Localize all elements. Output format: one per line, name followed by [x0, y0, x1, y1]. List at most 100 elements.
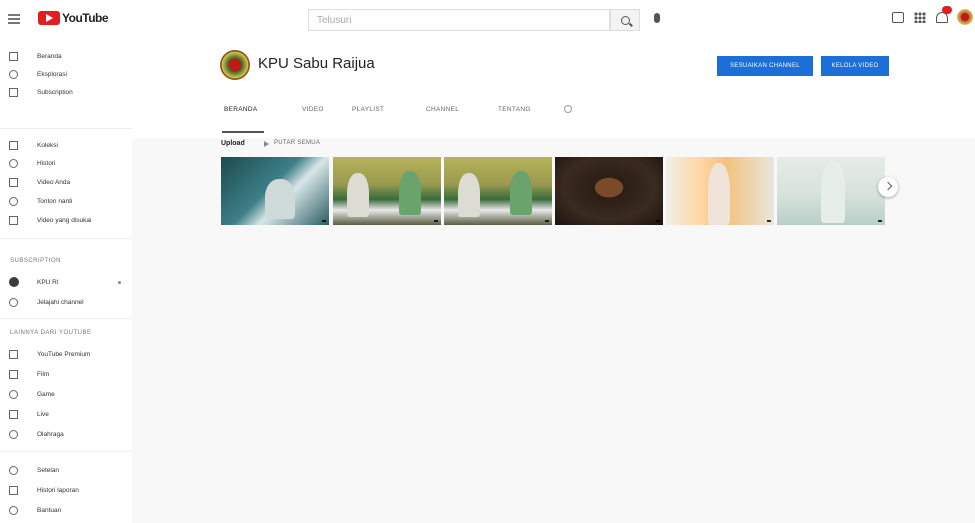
video-card[interactable] [777, 157, 885, 267]
video-duration [878, 220, 882, 222]
tab-playlists[interactable]: PLAYLIST [352, 106, 384, 113]
microphone-icon[interactable] [654, 13, 660, 23]
your-videos-icon [9, 177, 18, 187]
channel-search-icon[interactable] [564, 105, 572, 113]
sidebar-item-browse-channels[interactable]: Jelajahi channel [0, 292, 132, 312]
sidebar-item-history[interactable]: Histori [0, 153, 132, 173]
video-thumbnail[interactable] [555, 157, 663, 225]
sidebar-item-premium[interactable]: YouTube Premium [0, 344, 132, 364]
thumbnail-figure [399, 171, 421, 215]
manage-videos-button[interactable]: KELOLA VIDEO [821, 56, 889, 76]
video-card[interactable] [221, 157, 329, 267]
video-card[interactable] [666, 157, 774, 267]
sidebar-item-label: Koleksi [37, 141, 58, 149]
sidebar-item-watch-later[interactable]: Tonton nanti [0, 191, 132, 211]
live-icon [9, 409, 18, 419]
home-icon [9, 51, 18, 61]
sidebar-divider [0, 451, 132, 452]
video-duration [767, 220, 771, 222]
sidebar-item-label: Olahraga [37, 430, 64, 438]
sidebar-item-sports[interactable]: Olahraga [0, 424, 132, 444]
carousel-next-arrow-icon[interactable] [878, 177, 898, 197]
sidebar: Beranda Eksplorasi Subscription Koleksi … [0, 38, 132, 523]
video-thumbnail[interactable] [444, 157, 552, 225]
history-icon [9, 158, 18, 168]
watch-later-icon [9, 196, 18, 206]
tab-about[interactable]: TENTANG [498, 106, 531, 113]
sidebar-item-label: KPU RI [37, 278, 59, 286]
video-thumbnail[interactable] [777, 157, 885, 225]
video-card[interactable] [333, 157, 441, 267]
sidebar-item-label: Game [37, 390, 55, 398]
sidebar-item-your-videos[interactable]: Video Anda [0, 172, 132, 192]
create-video-icon[interactable] [892, 12, 904, 23]
youtube-play-icon [38, 11, 60, 25]
sidebar-item-liked-videos[interactable]: Video yang disukai [0, 210, 132, 230]
channel-avatar [9, 277, 19, 287]
search-icon [620, 15, 630, 25]
sidebar-item-library[interactable]: Koleksi [0, 135, 132, 155]
play-icon[interactable] [264, 141, 269, 147]
thumbnail-figure [458, 173, 480, 217]
sidebar-item-label: Film [37, 370, 50, 378]
sidebar-divider [0, 128, 132, 129]
play-all-button[interactable]: PUTAR SEMUA [274, 140, 320, 146]
library-icon [9, 140, 18, 150]
sidebar-item-live[interactable]: Live [0, 404, 132, 424]
apps-grid-icon[interactable] [914, 12, 926, 23]
logo-text: YouTube [62, 11, 109, 25]
help-icon [9, 505, 18, 515]
sidebar-item-gaming[interactable]: Game [0, 384, 132, 404]
video-duration [322, 220, 326, 222]
uploads-heading[interactable]: Upload [221, 140, 245, 147]
youtube-premium-icon [9, 349, 18, 359]
sidebar-item-label: Jelajahi channel [37, 298, 84, 306]
video-thumbnail[interactable] [666, 157, 774, 225]
sidebar-item-label: Video Anda [37, 178, 71, 186]
hamburger-menu-icon[interactable] [8, 14, 20, 24]
search-input[interactable]: Telusuri [308, 9, 610, 31]
channel-avatar[interactable] [220, 50, 250, 80]
customize-channel-button[interactable]: SESUAIKAN CHANNEL [717, 56, 813, 76]
youtube-logo[interactable]: YouTube [38, 9, 109, 27]
sidebar-item-help[interactable]: Bantuan [0, 500, 132, 520]
sidebar-item-home[interactable]: Beranda [0, 46, 132, 66]
sidebar-item-label: Eksplorasi [37, 70, 67, 78]
channel-name: KPU Sabu Raijua [258, 55, 375, 72]
channel-header: KPU Sabu Raijua SESUAIKAN CHANNEL KELOLA… [132, 38, 975, 138]
search-button[interactable] [610, 9, 640, 31]
settings-icon [9, 465, 18, 475]
video-duration [545, 220, 549, 222]
gaming-icon [9, 389, 18, 399]
sidebar-item-label: Video yang disukai [37, 216, 92, 224]
thumbnail-figure [265, 179, 295, 219]
tab-channels[interactable]: CHANNEL [426, 106, 459, 113]
thumbnail-figure [821, 161, 845, 223]
video-card[interactable] [555, 157, 663, 267]
sidebar-item-settings[interactable]: Setelan [0, 460, 132, 480]
sidebar-item-label: Histori [37, 159, 56, 167]
new-content-dot [118, 280, 121, 284]
sidebar-item-label: Tonton nanti [37, 197, 73, 205]
sidebar-item-label: Setelan [37, 466, 60, 474]
video-card[interactable] [444, 157, 552, 267]
video-thumbnail[interactable] [333, 157, 441, 225]
tab-home[interactable]: BERANDA [224, 106, 258, 113]
sidebar-item-label: YouTube Premium [37, 350, 91, 358]
sidebar-item-label: Bantuan [37, 506, 62, 514]
sidebar-item-film[interactable]: Film [0, 364, 132, 384]
sidebar-item-subscriptions[interactable]: Subscription [0, 82, 132, 102]
sidebar-item-report-history[interactable]: Histori laporan [0, 480, 132, 500]
sidebar-item-explore[interactable]: Eksplorasi [0, 64, 132, 84]
account-avatar[interactable] [957, 9, 973, 25]
sidebar-item-label: Histori laporan [37, 486, 79, 494]
sidebar-item-kpu-ri[interactable]: KPU RI [0, 272, 132, 292]
notification-badge [942, 6, 952, 14]
sidebar-divider [0, 318, 132, 319]
thumbnail-figure [347, 173, 369, 217]
video-thumbnail[interactable] [221, 157, 329, 225]
tab-videos[interactable]: VIDEO [302, 106, 324, 113]
active-tab-indicator [222, 131, 264, 133]
sidebar-item-label: Beranda [37, 52, 62, 60]
flag-icon [9, 485, 18, 495]
